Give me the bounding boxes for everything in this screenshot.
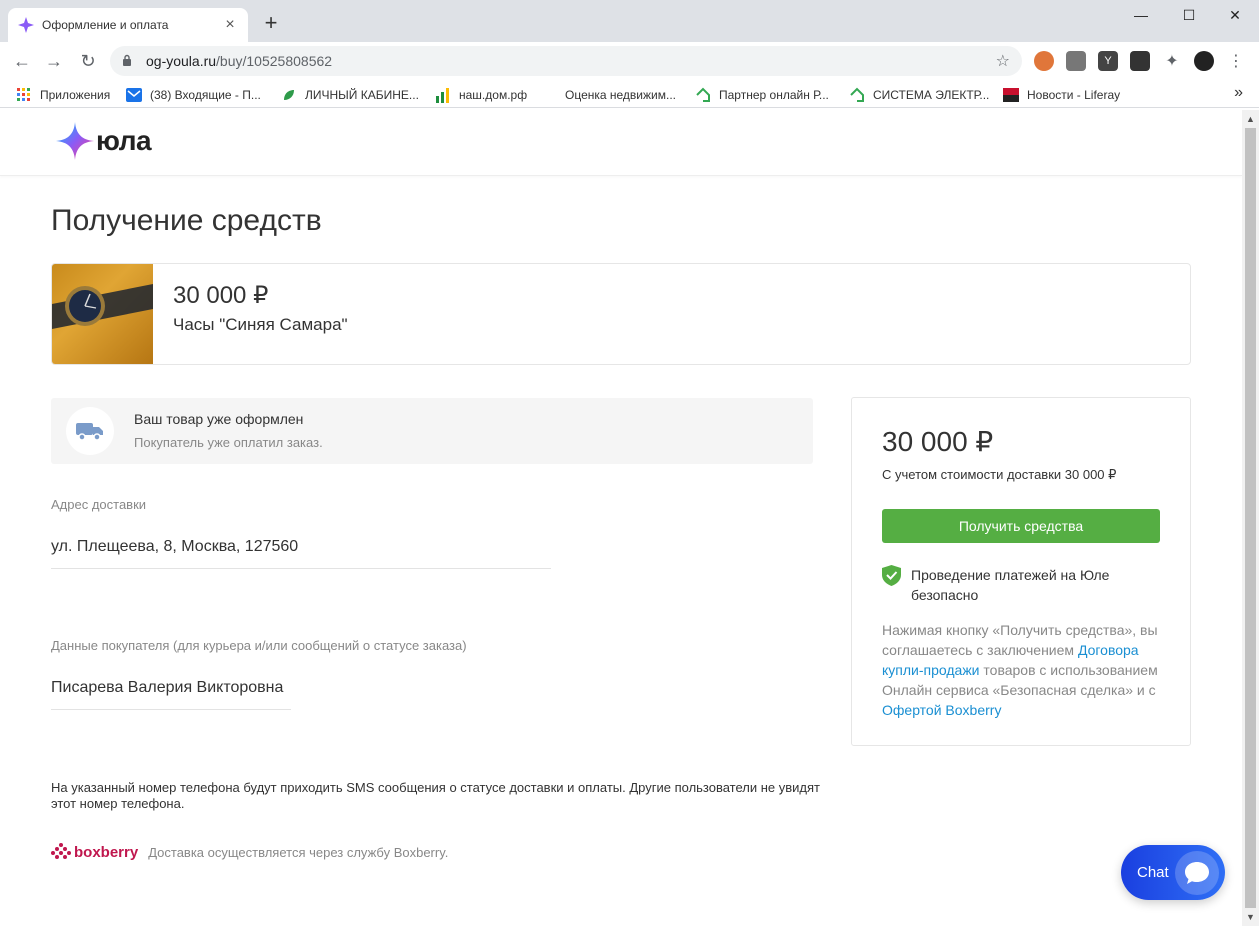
profile-avatar-icon[interactable]	[1194, 51, 1214, 71]
reload-icon[interactable]: ↻	[76, 50, 100, 72]
browser-toolbar: ← → ↻ og-youla.ru/buy/10525808562 ☆ Y ✦ …	[0, 42, 1259, 80]
bookmarks-bar: Приложения (38) Входящие - П... ЛИЧНЫЙ К…	[0, 80, 1259, 108]
product-photo	[52, 264, 153, 364]
extension-cloud-icon[interactable]	[1066, 51, 1086, 71]
bookmark-label: (38) Входящие - П...	[150, 88, 261, 102]
url-path: /buy/10525808562	[216, 53, 333, 69]
tab-title: Оформление и оплата	[42, 18, 169, 32]
address-label: Адрес доставки	[51, 497, 147, 512]
payout-summary: 30 000 ₽ С учетом стоимости доставки 30 …	[851, 397, 1191, 746]
leaf-icon	[281, 87, 297, 103]
site-header: юла	[0, 110, 1242, 176]
menu-kebab-icon[interactable]: ⋮	[1226, 51, 1246, 71]
chat-widget-button[interactable]: Chat	[1121, 845, 1225, 900]
page-viewport: юла Получение средств 30 000 ₽ Часы "Син…	[0, 110, 1242, 926]
bookmark-mail[interactable]: (38) Входящие - П...	[126, 86, 261, 104]
bookmarks-overflow-icon[interactable]: »	[1234, 84, 1243, 102]
scroll-up-arrow-icon[interactable]: ▲	[1246, 114, 1255, 124]
bookmark-label: СИСТЕМА ЭЛЕКТР...	[873, 88, 990, 102]
summary-delivery-note: С учетом стоимости доставки 30 000 ₽	[882, 467, 1117, 482]
bookmark-label: Партнер онлайн Р...	[719, 88, 829, 102]
summary-price: 30 000 ₽	[882, 426, 994, 457]
bookmark-liferay[interactable]: Новости - Liferay	[1003, 86, 1120, 104]
legal-text: Нажимая кнопку «Получить средства», вы с…	[882, 620, 1172, 720]
buyer-name: Писарева Валерия Викторовна	[51, 679, 291, 710]
bookmark-label: наш.дом.рф	[459, 88, 528, 102]
extension-y-icon[interactable]: Y	[1098, 51, 1118, 71]
bookmark-domrf[interactable]: наш.дом.рф	[435, 86, 527, 104]
extension-avatar-icon[interactable]	[1034, 51, 1054, 71]
bookmark-cabinet[interactable]: ЛИЧНЫЙ КАБИНЕ...	[281, 86, 419, 104]
house-icon	[849, 87, 865, 103]
safe-payment-note: Проведение платежей на Юле безопасно	[882, 565, 1141, 605]
bookmark-valuation[interactable]: Оценка недвижим...	[541, 86, 676, 104]
chat-label: Chat	[1137, 864, 1169, 881]
notice-title: Ваш товар уже оформлен	[134, 411, 304, 427]
get-funds-button[interactable]: Получить средства	[882, 509, 1160, 543]
address-bar[interactable]: og-youla.ru/buy/10525808562 ☆	[110, 46, 1022, 76]
safe-payment-text: Проведение платежей на Юле безопасно	[911, 567, 1110, 603]
boxberry-text: Доставка осуществляется через службу Box…	[148, 844, 449, 860]
address-value: ул. Плещеева, 8, Москва, 127560	[51, 538, 551, 569]
scrollbar-thumb[interactable]	[1245, 128, 1256, 908]
page-scrollbar[interactable]: ▲ ▼	[1242, 110, 1259, 926]
close-window-button[interactable]: ✕	[1212, 4, 1258, 26]
bookmark-system[interactable]: СИСТЕМА ЭЛЕКТР...	[849, 86, 989, 104]
sms-note: На указанный номер телефона будут приход…	[51, 780, 821, 811]
bookmark-partner[interactable]: Партнер онлайн Р...	[695, 86, 829, 104]
lock-icon	[122, 53, 136, 69]
notice-text: Покупатель уже оплатил заказ.	[134, 435, 323, 450]
extension-box-icon[interactable]	[1130, 51, 1150, 71]
shield-check-icon	[882, 565, 901, 586]
bookmark-apps[interactable]: Приложения	[16, 86, 110, 104]
mail-icon	[126, 87, 142, 103]
product-price: 30 000 ₽	[173, 282, 269, 309]
forward-arrow-icon[interactable]: →	[42, 50, 66, 72]
buyer-label: Данные покупателя (для курьера и/или соо…	[51, 638, 467, 653]
bookmark-star-icon[interactable]: ☆	[996, 51, 1010, 71]
scroll-down-arrow-icon[interactable]: ▼	[1246, 912, 1255, 922]
back-arrow-icon[interactable]: ←	[10, 50, 34, 72]
bars-icon	[435, 87, 451, 103]
liferay-icon	[1003, 87, 1019, 103]
chat-bubble-icon	[1175, 851, 1219, 895]
boxberry-wordmark: boxberry	[74, 843, 139, 861]
bookmark-label: ЛИЧНЫЙ КАБИНЕ...	[305, 88, 419, 102]
bookmark-label: Приложения	[40, 88, 111, 102]
bookmark-label: Оценка недвижим...	[565, 88, 676, 102]
apps-grid-icon	[16, 87, 32, 103]
browser-tabstrip: Оформление и оплата × + — ☐ ✕	[0, 0, 1259, 42]
browser-tab-active[interactable]: Оформление и оплата ×	[8, 8, 248, 42]
boxberry-info: boxberry Доставка осуществляется через с…	[51, 843, 448, 861]
blank-icon	[541, 87, 557, 103]
url-host: og-youla.ru	[146, 53, 217, 69]
maximize-button[interactable]: ☐	[1166, 4, 1212, 26]
youla-logo[interactable]: юла	[56, 122, 152, 160]
boxberry-offer-link[interactable]: Офертой Boxberry	[882, 702, 1001, 718]
minimize-button[interactable]: —	[1118, 4, 1164, 26]
youla-favicon-icon	[18, 17, 34, 33]
brand-wordmark: юла	[96, 125, 152, 156]
page-title: Получение средств	[51, 204, 322, 237]
house-icon	[695, 87, 711, 103]
extensions-puzzle-icon[interactable]: ✦	[1162, 51, 1182, 71]
order-status-notice: Ваш товар уже оформлен Покупатель уже оп…	[51, 398, 813, 464]
tab-close-icon[interactable]: ×	[222, 17, 238, 33]
product-name: Часы "Синяя Самара"	[173, 315, 348, 334]
new-tab-button[interactable]: +	[260, 12, 282, 34]
product-card[interactable]: 30 000 ₽ Часы "Синяя Самара"	[51, 263, 1191, 365]
delivery-truck-icon	[66, 407, 114, 455]
boxberry-logo-icon	[51, 843, 71, 859]
bookmark-label: Новости - Liferay	[1027, 88, 1121, 102]
youla-star-icon	[56, 122, 94, 160]
